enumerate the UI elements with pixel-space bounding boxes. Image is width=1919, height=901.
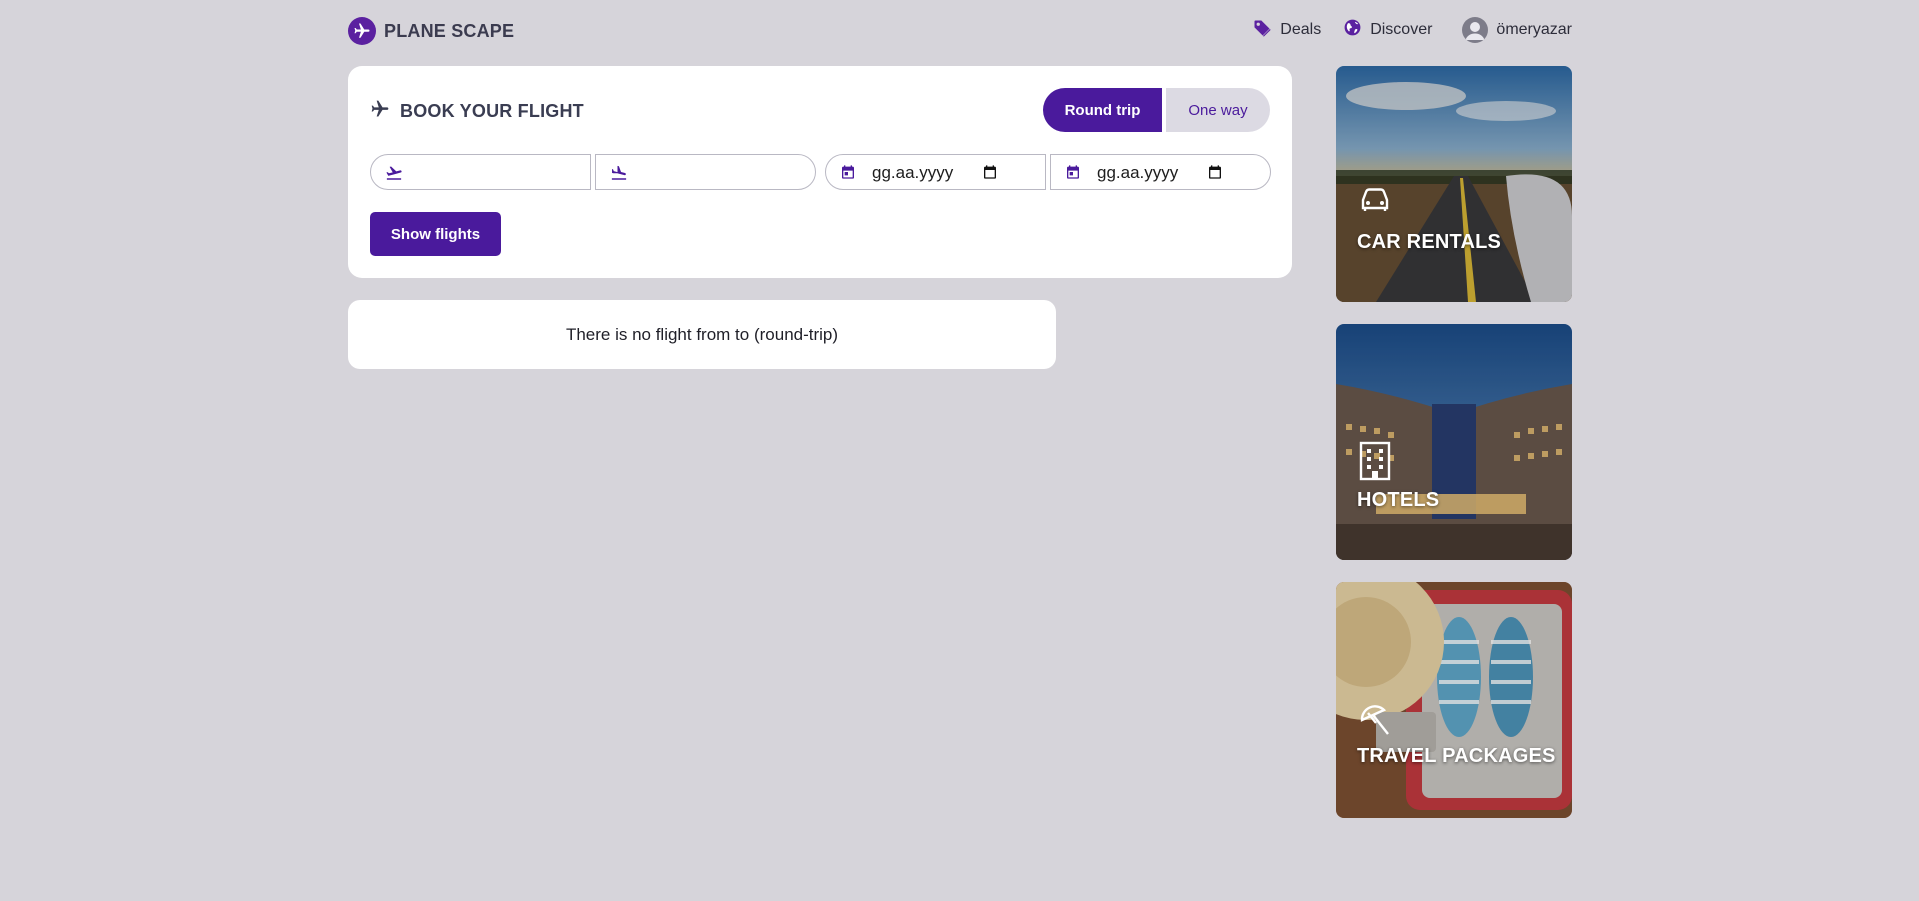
brand-name: PLANE SCAPE bbox=[384, 20, 515, 41]
beach-umbrella-icon bbox=[1358, 704, 1392, 743]
result-card: There is no flight from to (round-trip) bbox=[348, 300, 1056, 369]
booking-title: BOOK YOUR FLIGHT bbox=[400, 101, 584, 121]
flight-takeoff-icon bbox=[385, 164, 403, 182]
calendar-icon bbox=[1065, 164, 1083, 182]
date-picker-icon[interactable] bbox=[982, 164, 998, 180]
departure-date-value: gg.aa.yyyy bbox=[872, 163, 954, 182]
trip-type-toggle: Round trip One way bbox=[1043, 88, 1270, 132]
booking-card: BOOK YOUR FLIGHT Round trip One way gg.a… bbox=[348, 66, 1292, 278]
return-date-value: gg.aa.yyyy bbox=[1097, 163, 1179, 182]
nav-discover-label: Discover bbox=[1370, 21, 1433, 38]
top-bar: PLANE SCAPE Deals Discover ömeryazar bbox=[348, 14, 1572, 48]
user-menu[interactable]: ömeryazar bbox=[1462, 17, 1572, 43]
plane-logo-icon bbox=[348, 17, 376, 45]
no-flight-message: There is no flight from to (round-trip) bbox=[565, 324, 839, 344]
from-field[interactable] bbox=[370, 154, 591, 190]
to-field[interactable] bbox=[595, 154, 816, 190]
from-input[interactable] bbox=[411, 161, 576, 183]
globe-icon bbox=[1343, 18, 1362, 42]
hotels-tile[interactable]: HOTELS bbox=[1336, 324, 1572, 560]
travel-packages-label: TRAVEL PACKAGES bbox=[1357, 745, 1556, 767]
to-input[interactable] bbox=[636, 161, 801, 183]
car-rentals-tile[interactable]: CAR RENTALS bbox=[1336, 66, 1572, 302]
departure-date-field[interactable]: gg.aa.yyyy bbox=[825, 154, 1046, 190]
user-name: ömeryazar bbox=[1496, 21, 1572, 38]
calendar-icon bbox=[840, 164, 858, 182]
one-way-button[interactable]: One way bbox=[1166, 88, 1270, 132]
main-nav: Deals Discover ömeryazar bbox=[1252, 17, 1572, 43]
nav-deals[interactable]: Deals bbox=[1252, 18, 1321, 43]
flight-land-icon bbox=[610, 164, 628, 182]
return-date-field[interactable]: gg.aa.yyyy bbox=[1050, 154, 1271, 190]
user-avatar-icon bbox=[1462, 17, 1489, 43]
airplane-icon bbox=[370, 99, 390, 124]
booking-header: BOOK YOUR FLIGHT bbox=[370, 99, 584, 124]
travel-packages-tile[interactable]: TRAVEL PACKAGES bbox=[1336, 582, 1572, 818]
show-flights-button[interactable]: Show flights bbox=[370, 212, 501, 256]
tag-icon bbox=[1252, 18, 1272, 43]
travel-packages-image bbox=[1336, 582, 1572, 818]
nav-deals-label: Deals bbox=[1280, 21, 1322, 38]
building-icon bbox=[1358, 441, 1392, 486]
nav-discover[interactable]: Discover bbox=[1343, 18, 1432, 42]
car-icon bbox=[1358, 184, 1392, 219]
car-rentals-label: CAR RENTALS bbox=[1357, 231, 1502, 253]
date-picker-icon[interactable] bbox=[1207, 164, 1223, 180]
hotels-label: HOTELS bbox=[1357, 489, 1440, 511]
brand[interactable]: PLANE SCAPE bbox=[348, 17, 514, 45]
round-trip-button[interactable]: Round trip bbox=[1043, 88, 1162, 132]
